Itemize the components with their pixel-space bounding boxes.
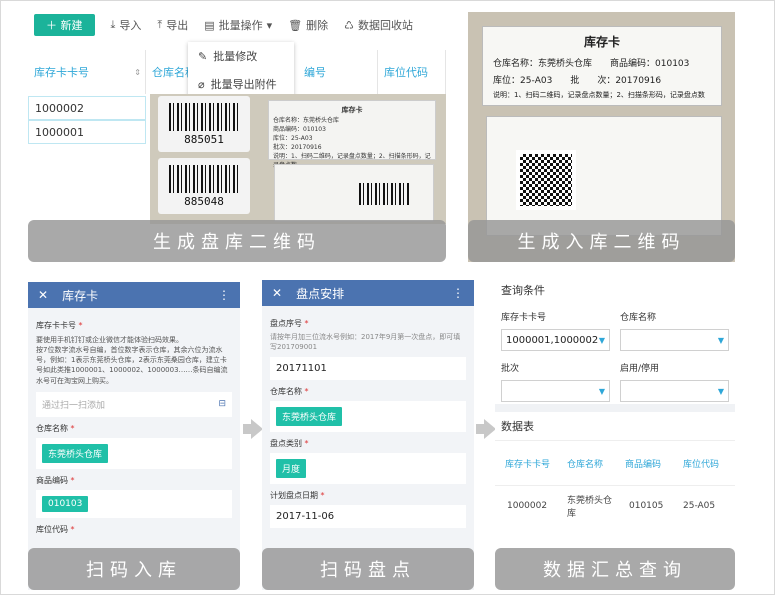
barcode-image: [359, 183, 409, 205]
mobile-header: ✕ 库存卡 ⋮: [28, 282, 240, 308]
batch-button[interactable]: ▤ 批量操作 ▾: [204, 17, 272, 33]
batch-dropdown: ✎ 批量修改 ⌀ 批量导出附件: [188, 42, 294, 102]
inventory-card-photo: 库存卡 仓库名称：东莞桥头仓库 商品编码：010103 库位：25-A03 批次…: [268, 100, 436, 169]
blank-card-photo: [274, 164, 434, 222]
qr-code-image: [516, 150, 576, 210]
trash-icon: 🗑: [288, 18, 303, 32]
more-icon[interactable]: ⋮: [452, 286, 464, 300]
scan-icon[interactable]: ⊟: [218, 399, 226, 409]
chevron-down-icon: ▼: [598, 386, 605, 396]
type-field[interactable]: 月度: [270, 452, 466, 484]
new-button[interactable]: ＋ 新建: [34, 14, 95, 36]
col-card-no[interactable]: 库存卡卡号: [495, 457, 561, 470]
sort-icon: ⇕: [134, 67, 141, 77]
barcode-image: [169, 102, 239, 131]
date-input[interactable]: 2017-11-06: [270, 504, 466, 528]
chevron-down-icon: ▼: [717, 335, 724, 345]
scan-input[interactable]: 通过扫一扫添加 ⊟: [36, 391, 232, 417]
batch-icon: ▤: [204, 18, 215, 32]
table-row[interactable]: 1000001: [28, 120, 146, 144]
chevron-down-icon: ▾: [266, 18, 273, 32]
barcode-label: 885048: [158, 158, 250, 214]
edit-icon: ✎: [198, 49, 208, 63]
table-header: 库存卡卡号 仓库名称 商品编码 库位代码: [495, 440, 735, 486]
panel-scan-stocktake: ✕ 盘点安排 ⋮ 盘点序号 * 请按年月加三位流水号例如：2017年9月第一次盘…: [262, 280, 474, 590]
table-row[interactable]: 1000002: [28, 96, 146, 120]
export-icon: ⤒: [157, 18, 163, 31]
close-icon[interactable]: ✕: [272, 286, 282, 300]
toolbar: ＋ 新建 ⤓ 导入 ⤒ 导出 ▤ 批量操作 ▾ 🗑 删除 ♺ 数据回收站: [28, 8, 446, 42]
caption: 扫码入库: [28, 548, 240, 590]
recycle-icon: ♺: [344, 18, 355, 32]
caption: 生成盘库二维码: [28, 220, 446, 262]
col-goods-code[interactable]: 编号: [298, 50, 378, 94]
barcode-label: 885051: [158, 96, 250, 152]
panel-data-summary: 查询条件 库存卡卡号 1000001,1000002 ▼ 仓库名称 ▼ 批次 ▼ …: [495, 276, 735, 590]
attachment-icon: ⌀: [198, 77, 205, 91]
import-button[interactable]: ⤓ 导入: [111, 17, 142, 33]
card-no-select[interactable]: 1000001,1000002 ▼: [501, 329, 610, 351]
mobile-header: ✕ 盘点安排 ⋮: [262, 280, 474, 306]
warehouse-field[interactable]: 东莞桥头仓库: [270, 400, 466, 432]
close-icon[interactable]: ✕: [38, 288, 48, 302]
arrow-icon: [243, 424, 251, 434]
col-location[interactable]: 库位代码: [378, 50, 446, 94]
arrow-icon: [476, 424, 484, 434]
caption: 生成入库二维码: [468, 220, 735, 262]
chevron-down-icon: ▼: [717, 386, 724, 396]
inventory-card: 库存卡 仓库名称：东莞桥头仓库 商品编码：010103 库位：25-A03 批 次：…: [482, 26, 722, 106]
warehouse-field[interactable]: 东莞桥头仓库: [36, 437, 232, 469]
col-card-no[interactable]: 库存卡卡号 ⇕: [28, 50, 146, 94]
panel-inbound-qr: 库存卡 仓库名称：东莞桥头仓库 商品编码：010103 库位：25-A03 批 次：…: [468, 12, 735, 262]
status-select[interactable]: ▼: [620, 380, 729, 402]
menu-item-batch-edit[interactable]: ✎ 批量修改: [188, 42, 294, 70]
barcode-image: [169, 164, 239, 193]
caption: 扫码盘点: [262, 548, 474, 590]
goods-code-field[interactable]: 010103: [36, 489, 232, 518]
import-icon: ⤓: [110, 18, 116, 31]
col-warehouse[interactable]: 仓库名称: [561, 457, 619, 470]
more-icon[interactable]: ⋮: [218, 288, 230, 302]
warehouse-select[interactable]: ▼: [620, 329, 729, 351]
col-goods-code[interactable]: 商品编码: [619, 457, 677, 470]
panel-inventory-qr: ＋ 新建 ⤓ 导入 ⤒ 导出 ▤ 批量操作 ▾ 🗑 删除 ♺ 数据回收站 库存卡卡号 ⇕ 仓库…: [28, 8, 446, 262]
table-row[interactable]: 1000002 东莞桥头仓库 010105 25-A05: [495, 486, 735, 526]
recycle-button[interactable]: ♺ 数据回收站: [344, 17, 413, 33]
panel-scan-inbound: ✕ 库存卡 ⋮ 库存卡卡号 * 要使用手机钉钉或企业微信才能体验扫码效果。 按7…: [28, 282, 240, 590]
delete-button[interactable]: 🗑 删除: [288, 17, 328, 33]
col-location[interactable]: 库位代码: [677, 457, 735, 470]
seq-input[interactable]: 20171101: [270, 356, 466, 380]
plus-icon: ＋: [46, 19, 61, 32]
chevron-down-icon: ▼: [598, 335, 605, 345]
query-section: 查询条件 库存卡卡号 1000001,1000002 ▼ 仓库名称 ▼ 批次 ▼ …: [495, 276, 735, 404]
caption: 数据汇总查询: [495, 548, 735, 590]
export-button[interactable]: ⤒ 导出: [157, 17, 188, 33]
batch-select[interactable]: ▼: [501, 380, 610, 402]
